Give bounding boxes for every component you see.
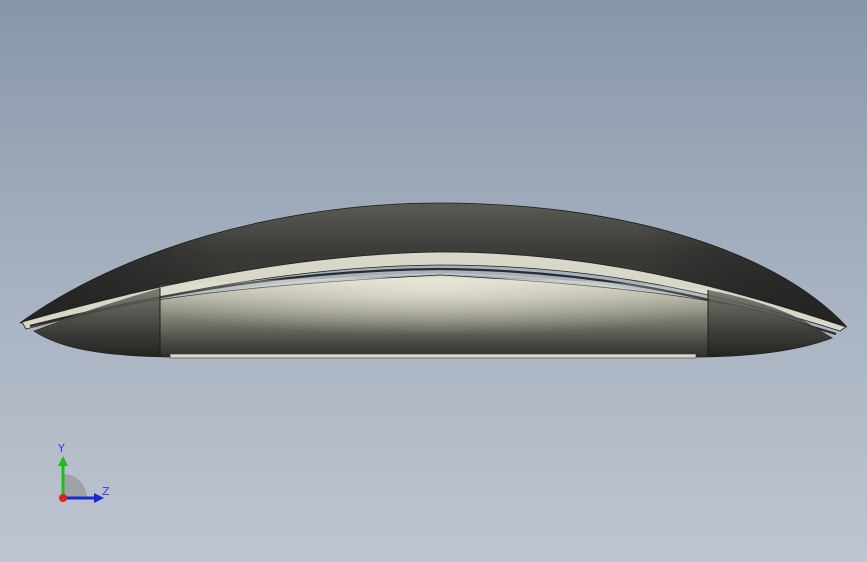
view-orientation-triad[interactable]: Y Z	[48, 440, 118, 510]
x-axis-origin-dot	[59, 494, 67, 502]
y-axis-label: Y	[58, 442, 65, 455]
triad-quadrant	[63, 474, 87, 498]
mouse-model[interactable]	[0, 0, 867, 562]
base-strip	[169, 353, 697, 359]
graphics-viewport[interactable]: Y Z	[0, 0, 867, 562]
z-axis-label: Z	[102, 485, 110, 498]
y-axis-arrow	[58, 456, 68, 466]
